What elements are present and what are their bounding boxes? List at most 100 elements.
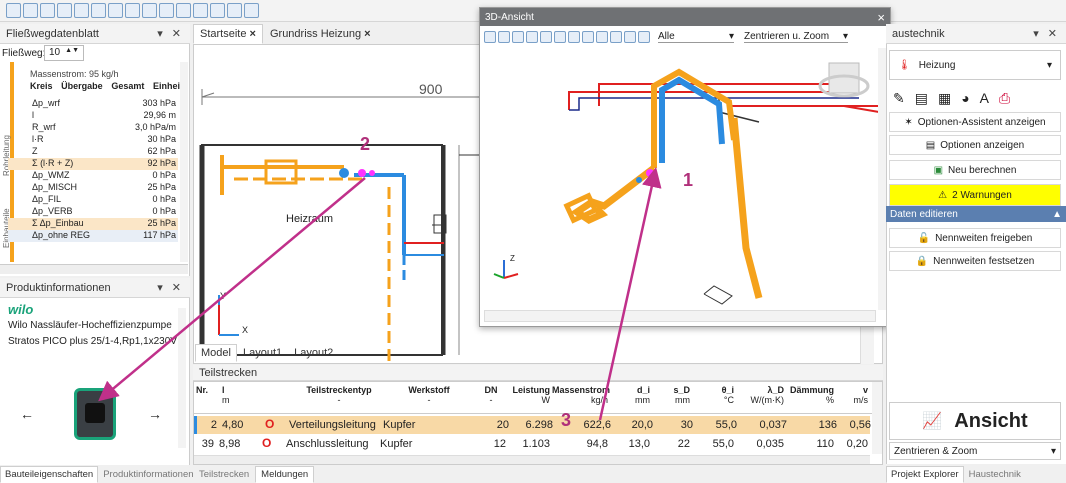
toolbar-icon[interactable]: [227, 3, 242, 18]
view3d-toolbar: Alle ▾ Zentrieren u. Zoom ▾: [484, 28, 884, 46]
toolbar-icon[interactable]: [6, 3, 21, 18]
view-icon[interactable]: [484, 31, 496, 43]
toolbar-icon[interactable]: [23, 3, 38, 18]
toolbar-icon[interactable]: [193, 3, 208, 18]
annotation-2: 2: [360, 134, 371, 154]
release-sizes-button[interactable]: 🔓 Nennweiten freigeben: [889, 228, 1061, 248]
pump-image: [74, 388, 116, 440]
grid-header-row: Nr. lm Teilstreckentyp - Werkstoff - DN - L…: [194, 382, 882, 414]
panel-controls[interactable]: ▾ ✕: [157, 27, 184, 40]
panel-title: austechnik: [892, 27, 945, 40]
tab-startseite[interactable]: Startseite ×: [193, 24, 263, 44]
toolbar-icon[interactable]: [57, 3, 72, 18]
warnings-button[interactable]: ⚠ 2 Warnungen: [889, 184, 1061, 206]
tab-haustechnik[interactable]: Haustechnik: [964, 466, 1026, 483]
tab-teilstrecken[interactable]: Teilstrecken: [193, 466, 255, 483]
print-icon[interactable]: ⎙: [999, 90, 1010, 107]
view3d-title: 3D-Ansicht: [485, 11, 534, 23]
warning-icon: ⚠: [938, 189, 948, 201]
view-icon[interactable]: [638, 31, 650, 43]
datasheet-row: Δp_MISCH 25 hPa: [32, 182, 176, 192]
datasheet-row: Σ Δp_Einbau 25 hPa: [8, 218, 178, 230]
tab-meldungen[interactable]: Meldungen: [255, 466, 315, 483]
view3d-hscroll[interactable]: [484, 310, 876, 322]
table-row[interactable]: 2 4,80 O Verteilungsleitung Kupfer 20 6.…: [194, 416, 871, 434]
toolbar-icon[interactable]: [74, 3, 89, 18]
datasheet-hscroll[interactable]: [0, 264, 188, 274]
view-icon[interactable]: [498, 31, 510, 43]
tab-grundriss[interactable]: Grundriss Heizung ×: [263, 24, 378, 44]
system-select[interactable]: 🌡 Heizung ▾: [889, 50, 1061, 80]
ansicht-button[interactable]: 📈 Ansicht: [889, 402, 1061, 440]
zoom-select[interactable]: Zentrieren u. Zoom ▾: [744, 31, 848, 43]
view-icon[interactable]: [596, 31, 608, 43]
view-icon[interactable]: [512, 31, 524, 43]
tab-model[interactable]: Model: [195, 344, 237, 362]
close-icon[interactable]: ×: [877, 10, 885, 25]
view3d-canvas[interactable]: [484, 48, 879, 310]
tab-layout2[interactable]: Layout2: [288, 344, 339, 362]
flow-label: Fließweg:: [2, 48, 46, 59]
tab-bauteileigenschaften[interactable]: Bauteileigenschaften: [0, 466, 99, 483]
table-row[interactable]: 39 8,98 O Anschlussleitung Kupfer 12 1.1…: [194, 435, 870, 453]
tab-projekt-explorer[interactable]: Projekt Explorer: [886, 466, 964, 483]
toolbar-icon[interactable]: [244, 3, 259, 18]
room-label: Heizraum: [286, 213, 334, 225]
datasheet-row: Δp_WMZ 0 hPa: [32, 170, 176, 180]
toolbar-icon[interactable]: [176, 3, 191, 18]
view-icon[interactable]: [554, 31, 566, 43]
view-icon[interactable]: [540, 31, 552, 43]
datasheet-row: Δp_wrf 303 hPa: [32, 98, 176, 108]
layout-tabs: Model Layout1 Layout2: [195, 344, 495, 362]
pie-icon[interactable]: ◕: [961, 90, 969, 106]
datasheet-row: l 29,96 m: [32, 110, 176, 120]
toolbar-icon[interactable]: [40, 3, 55, 18]
options-wizard-button[interactable]: ✶ Optionen-Assistent anzeigen: [889, 112, 1061, 132]
tab-produktinformationen[interactable]: Produktinformationen: [98, 466, 198, 483]
toolbar-icon[interactable]: [125, 3, 140, 18]
datasheet-row: Δp_VERB 0 hPa: [32, 206, 176, 216]
view-icon[interactable]: [582, 31, 594, 43]
recalc-button[interactable]: ▣ Neu berechnen: [889, 160, 1061, 180]
flow-spinner[interactable]: 10 ▲▼: [44, 45, 84, 61]
view3d-titlebar: 3D-Ansicht ×: [480, 8, 890, 26]
toolbar-icon[interactable]: [159, 3, 174, 18]
product-scrollbar[interactable]: [178, 308, 186, 448]
fix-sizes-button[interactable]: 🔒 Nennweiten festsetzen: [889, 251, 1061, 271]
panel-controls[interactable]: ▾ ✕: [157, 281, 184, 294]
tab-layout1[interactable]: Layout1: [237, 344, 288, 362]
panel-header-datasheet: Fließwegdatenblatt ▾ ✕: [0, 24, 190, 44]
text-icon[interactable]: A: [980, 90, 989, 106]
action-icons: ✎ ▤ ▦ ◕ A ⎙: [893, 86, 1053, 110]
thermometer-icon: 🌡: [898, 59, 911, 71]
section-daten[interactable]: Daten editieren ▲: [886, 206, 1066, 222]
filter-select[interactable]: Alle ▾: [658, 31, 734, 43]
lock-open-icon: 🔓: [917, 232, 931, 244]
view-icon[interactable]: [610, 31, 622, 43]
grid-hscroll[interactable]: [194, 455, 870, 464]
view-icon[interactable]: [568, 31, 580, 43]
status-circle-icon: O: [265, 417, 275, 431]
axis-x-label: X: [242, 325, 249, 335]
prev-arrow-icon[interactable]: ←: [20, 406, 34, 422]
view-icon[interactable]: [526, 31, 538, 43]
datasheet-cols: Kreis Übergabe Gesamt Einhei: [30, 81, 180, 91]
options-button[interactable]: ▤ Optionen anzeigen: [889, 135, 1061, 155]
dimension-label: 900: [419, 81, 443, 97]
view-icon[interactable]: [624, 31, 636, 43]
toolbar-icon[interactable]: [108, 3, 123, 18]
pencil-icon[interactable]: ✎: [893, 90, 905, 107]
wilo-logo: wilo: [8, 302, 34, 317]
close-icon: ×: [249, 28, 256, 40]
toolbar-icon[interactable]: [142, 3, 157, 18]
list-icon[interactable]: ▤: [915, 90, 928, 107]
panel-controls[interactable]: ▾ ✕: [1033, 27, 1060, 40]
grid-vscroll[interactable]: [872, 382, 882, 454]
toolbar-icon[interactable]: [210, 3, 225, 18]
datasheet-scrollbar[interactable]: [180, 62, 188, 262]
calculator-icon[interactable]: ▦: [938, 90, 951, 107]
next-arrow-icon[interactable]: →: [148, 406, 162, 422]
toolbar-icon[interactable]: [91, 3, 106, 18]
zoom-dropdown[interactable]: Zentrieren & Zoom ▾: [889, 442, 1061, 460]
annotation-1: 1: [683, 170, 694, 190]
